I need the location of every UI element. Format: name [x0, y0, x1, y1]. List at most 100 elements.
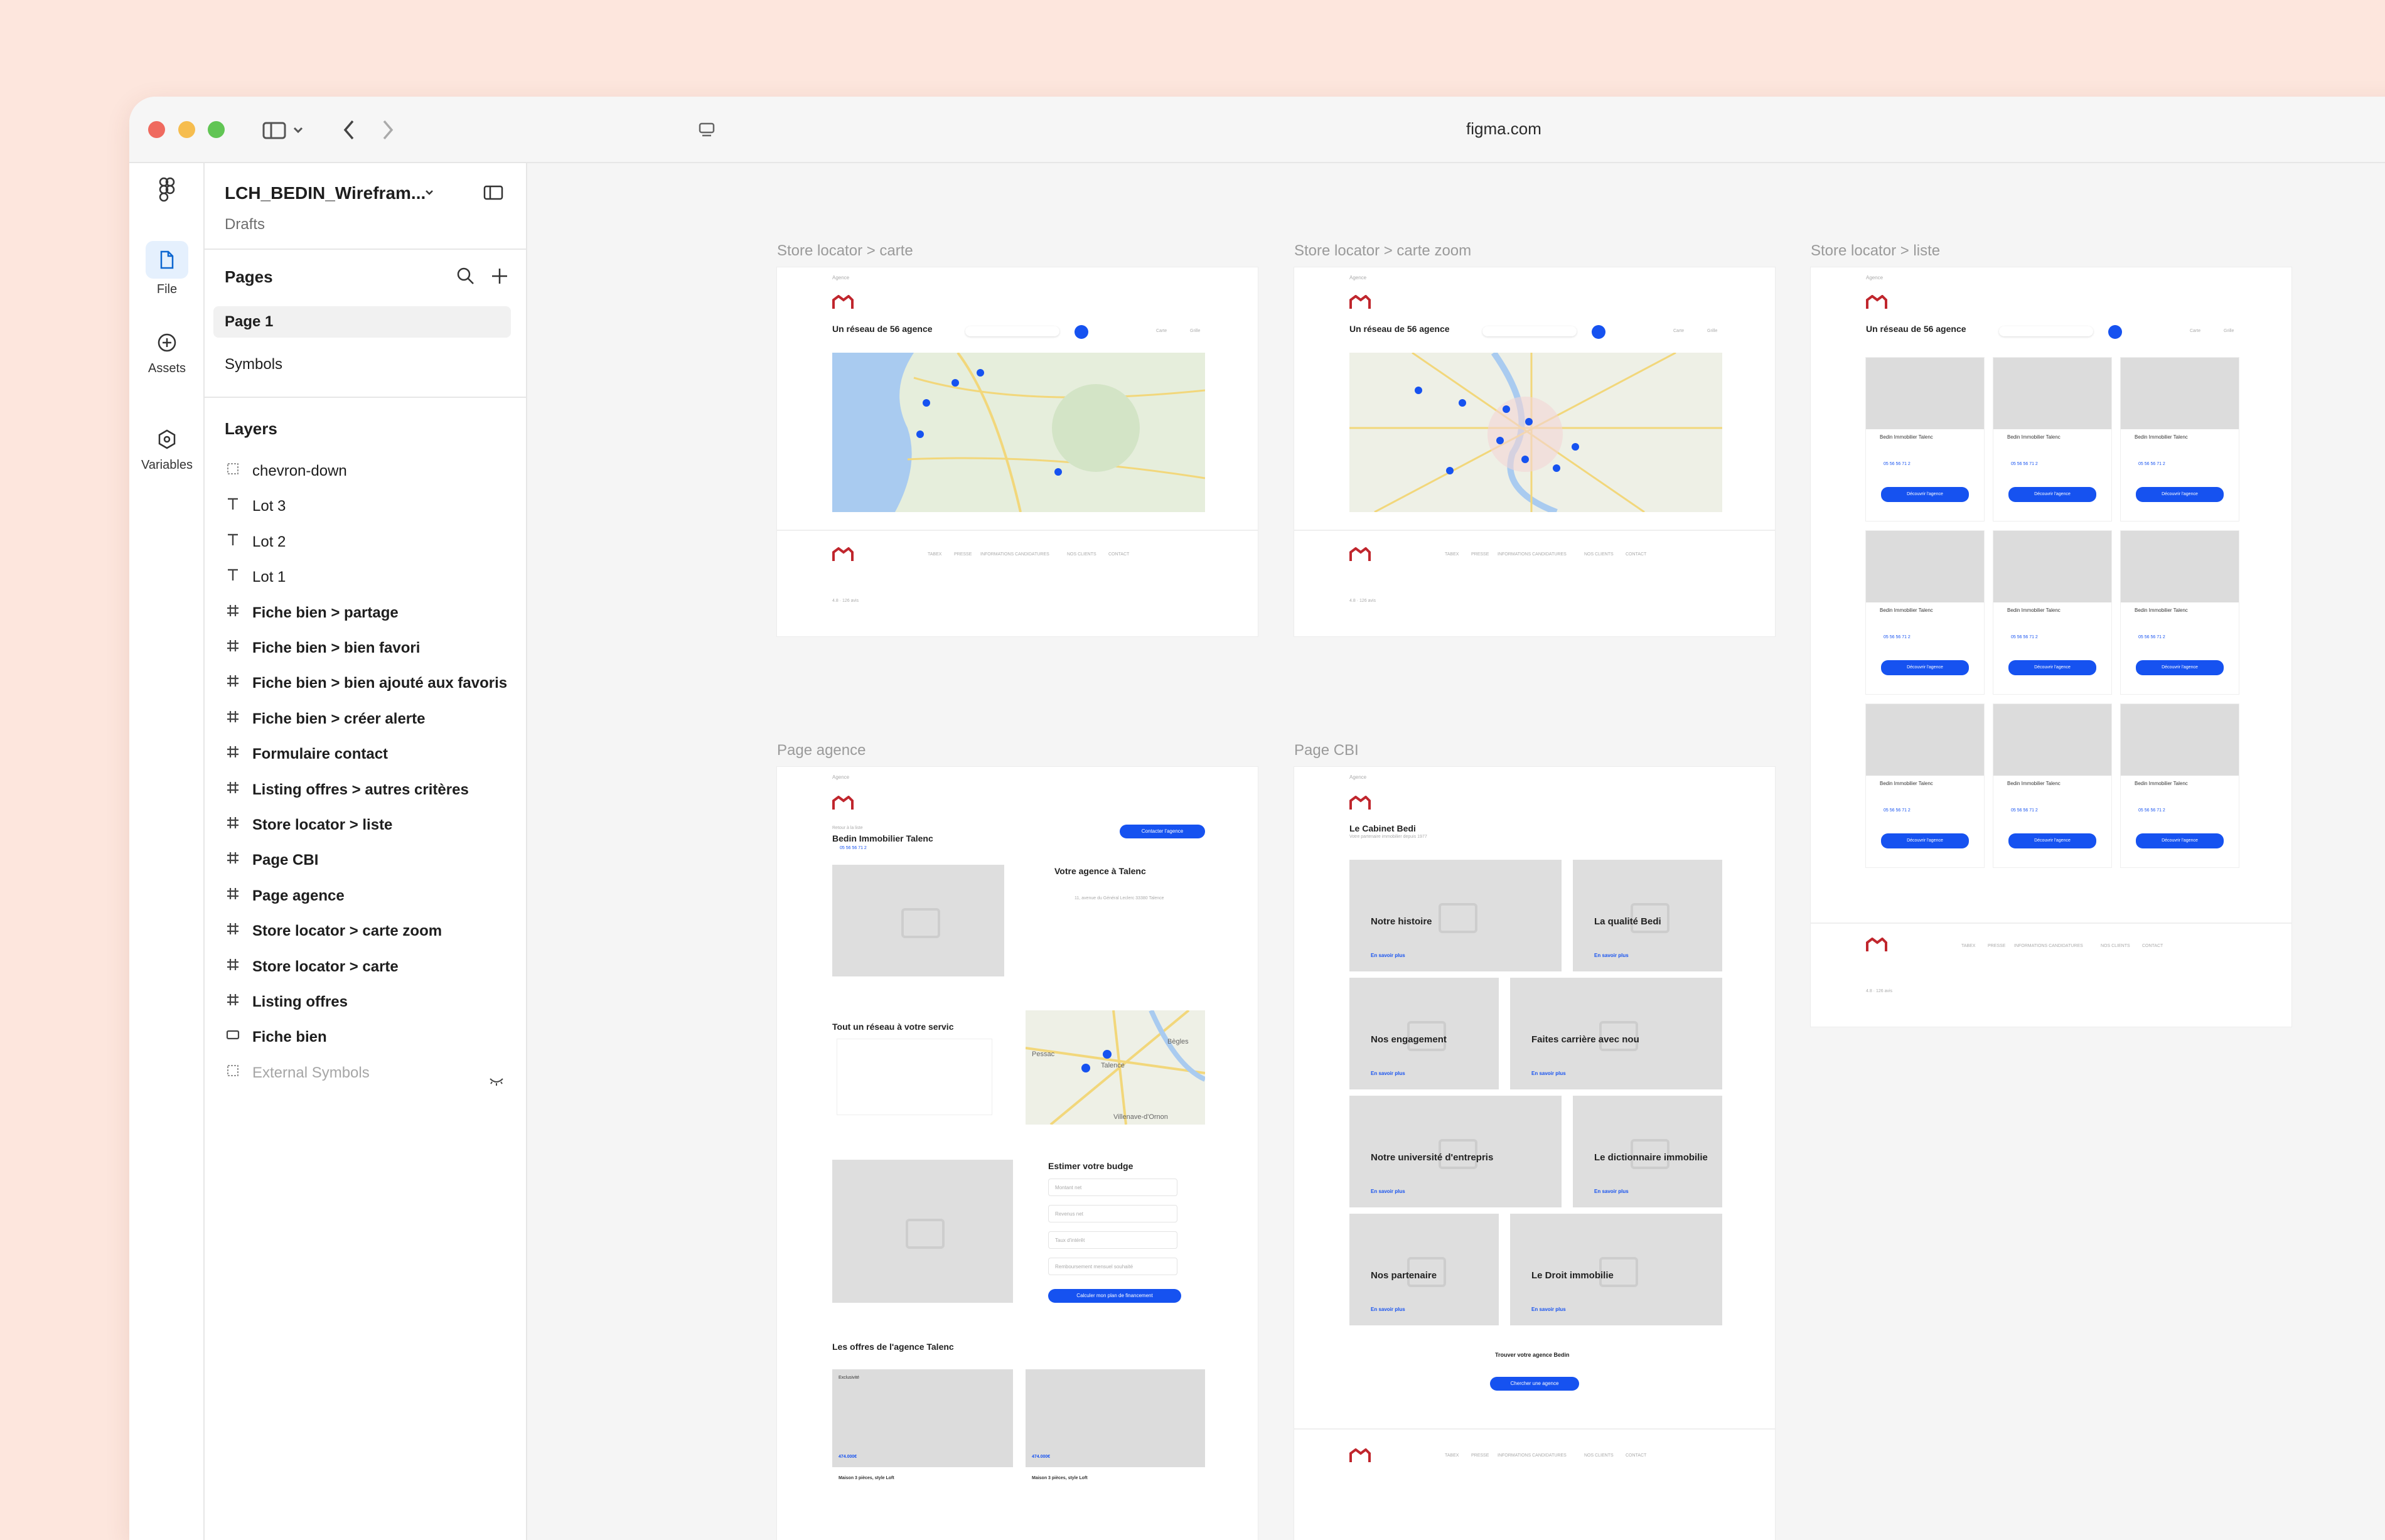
- store-map[interactable]: [832, 353, 1205, 512]
- agency-card-phone[interactable]: 05 56 56 71 2: [2138, 462, 2165, 466]
- discover-agency-button[interactable]: Découvrir l'agence: [2008, 833, 2096, 848]
- footer-nav-item[interactable]: INFORMATIONS CANDIDATURES: [1498, 552, 1567, 557]
- discover-agency-button[interactable]: Découvrir l'agence: [1881, 833, 1969, 848]
- forward-icon[interactable]: [375, 115, 400, 144]
- layer-item[interactable]: Store locator > carte zoom: [213, 915, 515, 948]
- budget-input[interactable]: Taux d'intérêt: [1048, 1231, 1177, 1249]
- store-search-input[interactable]: [1999, 326, 2093, 336]
- sidebar-toggle-icon[interactable]: [259, 115, 309, 144]
- agency-card[interactable]: Bedin Immobilier Talenc 05 56 56 71 2 Déco…: [1993, 531, 2111, 694]
- agency-card-phone[interactable]: 05 56 56 71 2: [2138, 635, 2165, 639]
- layer-item[interactable]: Fiche bien: [213, 1021, 515, 1054]
- layer-item[interactable]: Lot 2: [213, 526, 515, 559]
- cbi-learn-more-link[interactable]: En savoir plus: [1594, 953, 1629, 958]
- footer-nav-item[interactable]: NOS CLIENTS: [1067, 552, 1096, 557]
- agency-card[interactable]: Bedin Immobilier Talenc 05 56 56 71 2 Déco…: [2121, 704, 2239, 867]
- layer-item[interactable]: Page agence: [213, 880, 515, 912]
- footer-nav-item[interactable]: TABEX: [1445, 552, 1459, 557]
- rail-file[interactable]: File: [129, 241, 205, 297]
- offer-card-image[interactable]: [832, 1369, 1013, 1467]
- footer-nav-item[interactable]: CONTACT: [1626, 1453, 1646, 1458]
- frame-store-locator-carte-zoom[interactable]: Agence Un réseau de 56 agence Carte Gril…: [1294, 267, 1775, 636]
- cbi-learn-more-link[interactable]: En savoir plus: [1371, 953, 1405, 958]
- frame-page-agence[interactable]: Agence Retour à la liste Bedin Immobilie…: [777, 767, 1258, 1540]
- hidden-eye-icon[interactable]: [488, 1066, 505, 1098]
- frame-store-locator-liste[interactable]: Agence Un réseau de 56 agence Carte Gril…: [1811, 267, 2291, 1027]
- agency-card[interactable]: Bedin Immobilier Talenc 05 56 56 71 2 Déco…: [2121, 358, 2239, 521]
- footer-nav-item[interactable]: INFORMATIONS CANDIDATURES: [2014, 944, 2083, 948]
- footer-nav-item[interactable]: PRESSE: [1471, 1453, 1489, 1458]
- breadcrumb[interactable]: Retour à la liste: [832, 826, 863, 830]
- page-item-page-1[interactable]: Page 1: [213, 306, 511, 338]
- file-location[interactable]: Drafts: [225, 216, 265, 233]
- footer-nav-item[interactable]: CONTACT: [1626, 552, 1646, 557]
- discover-agency-button[interactable]: Découvrir l'agence: [2008, 487, 2096, 502]
- file-title[interactable]: LCH_BEDIN_Wirefram...: [225, 183, 426, 203]
- frame-page-cbi[interactable]: Agence Le Cabinet Bedi Votre partenaire …: [1294, 767, 1775, 1540]
- page-item-symbols[interactable]: Symbols: [213, 349, 511, 380]
- layer-item[interactable]: Fiche bien > bien favori: [213, 632, 515, 665]
- agency-card-phone[interactable]: 05 56 56 71 2: [2011, 808, 2038, 813]
- calculate-budget-button[interactable]: Calculer mon plan de financement: [1048, 1289, 1181, 1303]
- footer-nav-item[interactable]: PRESSE: [1471, 552, 1489, 557]
- layer-item[interactable]: Page CBI: [213, 844, 515, 877]
- layer-item[interactable]: External Symbols: [213, 1057, 515, 1089]
- offer-title[interactable]: Maison 3 pièces, style Loft: [839, 1476, 894, 1480]
- search-icon[interactable]: [456, 266, 476, 289]
- layer-item[interactable]: Lot 1: [213, 561, 515, 594]
- layer-item[interactable]: Listing offres: [213, 986, 515, 1019]
- discover-agency-button[interactable]: Découvrir l'agence: [1881, 660, 1969, 675]
- agency-map[interactable]: Pessac Bègles Talence Villenave-d'Ornon: [1026, 1010, 1205, 1125]
- close-window-button[interactable]: [148, 121, 165, 138]
- layer-item[interactable]: Store locator > liste: [213, 809, 515, 842]
- budget-input[interactable]: Revenus net: [1048, 1205, 1177, 1222]
- store-map-zoom[interactable]: [1349, 353, 1722, 512]
- agency-card-phone[interactable]: 05 56 56 71 2: [1884, 635, 1911, 639]
- frame-label[interactable]: Store locator > liste: [1811, 242, 1940, 260]
- layer-item[interactable]: Fiche bien > créer alerte: [213, 703, 515, 735]
- footer-nav-item[interactable]: INFORMATIONS CANDIDATURES: [1498, 1453, 1567, 1458]
- footer-nav-item[interactable]: INFORMATIONS CANDIDATURES: [980, 552, 1049, 557]
- footer-nav-item[interactable]: CONTACT: [1108, 552, 1129, 557]
- frame-label[interactable]: Store locator > carte zoom: [1294, 242, 1471, 260]
- footer-nav-item[interactable]: TABEX: [928, 552, 941, 557]
- store-search-button[interactable]: [1592, 325, 1605, 339]
- agency-card-phone[interactable]: 05 56 56 71 2: [1884, 462, 1911, 466]
- add-page-icon[interactable]: [490, 266, 510, 289]
- view-map-toggle[interactable]: Carte: [1673, 329, 1684, 333]
- agency-phone[interactable]: 05 56 56 71 2: [840, 846, 867, 850]
- discover-agency-button[interactable]: Découvrir l'agence: [2008, 660, 2096, 675]
- discover-agency-button[interactable]: Découvrir l'agence: [1881, 487, 1969, 502]
- layer-item[interactable]: chevron-down: [213, 455, 515, 488]
- offer-card-image[interactable]: [1026, 1369, 1205, 1467]
- frame-label[interactable]: Page agence: [777, 742, 866, 759]
- view-grid-toggle[interactable]: Grille: [1190, 329, 1200, 333]
- footer-nav-item[interactable]: TABEX: [1445, 1453, 1459, 1458]
- frame-label[interactable]: Store locator > carte: [777, 242, 913, 260]
- store-search-input[interactable]: [965, 326, 1059, 336]
- cbi-learn-more-link[interactable]: En savoir plus: [1371, 1189, 1405, 1194]
- chevron-down-icon[interactable]: [424, 188, 434, 200]
- frame-store-locator-carte[interactable]: Agence Un réseau de 56 agence Carte Gril…: [777, 267, 1258, 636]
- offer-title[interactable]: Maison 3 pièces, style Loft: [1032, 1476, 1088, 1480]
- budget-input[interactable]: Montant net: [1048, 1179, 1177, 1196]
- frame-label[interactable]: Page CBI: [1294, 742, 1359, 759]
- agency-card[interactable]: Bedin Immobilier Talenc 05 56 56 71 2 Déco…: [1866, 704, 1984, 867]
- figma-logo-icon[interactable]: [129, 177, 205, 206]
- agency-card[interactable]: Bedin Immobilier Talenc 05 56 56 71 2 Déco…: [2121, 531, 2239, 694]
- agency-card[interactable]: Bedin Immobilier Talenc 05 56 56 71 2 Déco…: [1993, 358, 2111, 521]
- agency-card[interactable]: Bedin Immobilier Talenc 05 56 56 71 2 Déco…: [1993, 704, 2111, 867]
- agency-card[interactable]: Bedin Immobilier Talenc 05 56 56 71 2 Déco…: [1866, 358, 1984, 521]
- layer-item[interactable]: Fiche bien > partage: [213, 597, 515, 629]
- discover-agency-button[interactable]: Découvrir l'agence: [2136, 660, 2224, 675]
- discover-agency-button[interactable]: Découvrir l'agence: [2136, 833, 2224, 848]
- minimize-window-button[interactable]: [178, 121, 195, 138]
- store-search-button[interactable]: [1075, 325, 1088, 339]
- rail-assets[interactable]: Assets: [129, 324, 205, 376]
- panel-toggle-icon[interactable]: [483, 184, 503, 204]
- maximize-window-button[interactable]: [208, 121, 225, 138]
- contact-agency-button[interactable]: Contacter l'agence: [1120, 825, 1205, 838]
- agency-card-phone[interactable]: 05 56 56 71 2: [2011, 635, 2038, 639]
- layer-item[interactable]: Lot 3: [213, 490, 515, 523]
- find-agency-button[interactable]: Chercher une agence: [1490, 1377, 1579, 1391]
